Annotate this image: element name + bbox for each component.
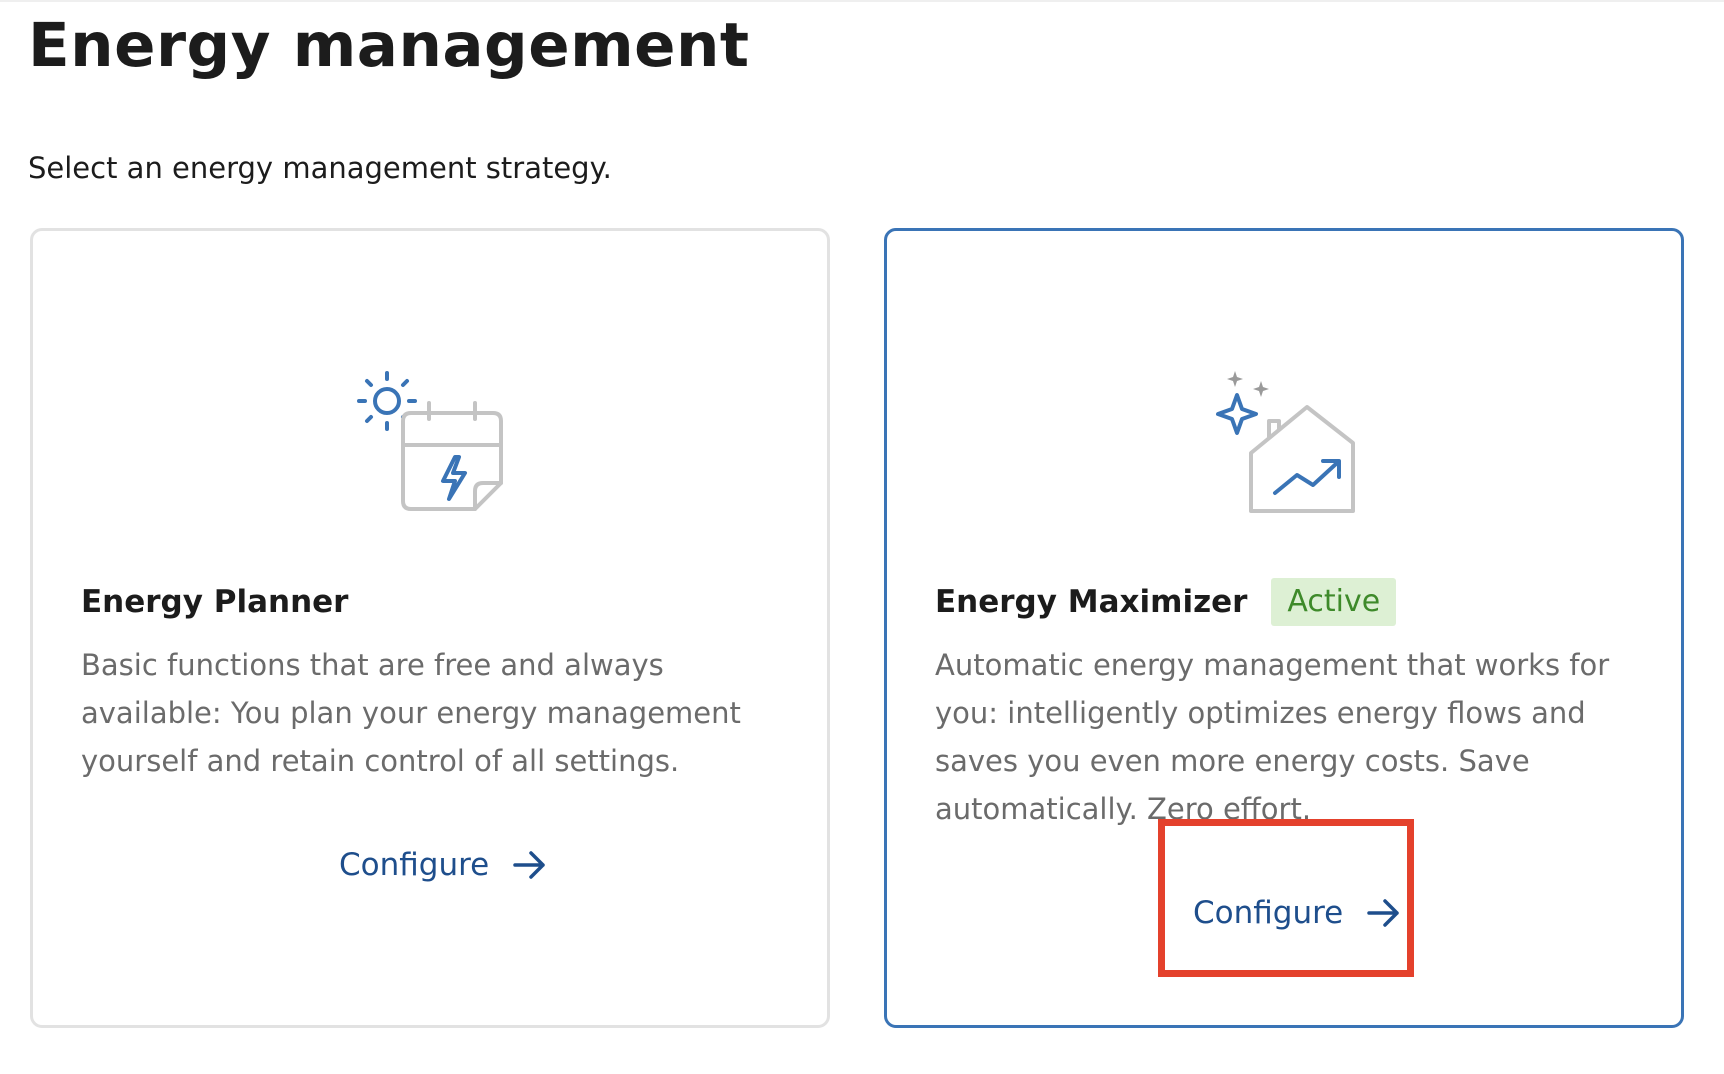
arrow-right-icon — [1367, 899, 1399, 927]
arrow-right-icon — [513, 851, 545, 879]
status-badge: Active — [1271, 578, 1397, 626]
configure-button[interactable]: Configure — [1193, 889, 1401, 937]
card-description: Automatic energy management that works f… — [935, 648, 1610, 826]
configure-label: Configure — [339, 847, 490, 883]
page-subtitle: Select an energy management strategy. — [28, 151, 612, 185]
energy-maximizer-card[interactable]: Energy Maximizer Active Automatic energy… — [884, 228, 1684, 1028]
house-sparkle-trend-icon — [1216, 371, 1355, 513]
configure-label: Configure — [1193, 895, 1344, 931]
card-title: Energy Maximizer — [935, 584, 1248, 620]
page-title: Energy management — [28, 10, 750, 81]
card-title: Energy Planner — [81, 584, 349, 620]
energy-planner-card[interactable]: Energy Planner Basic functions that are … — [30, 228, 830, 1028]
sun-calendar-bolt-icon — [357, 371, 503, 511]
configure-button[interactable]: Configure — [339, 841, 547, 889]
card-description: Basic functions that are free and always… — [81, 648, 741, 778]
top-divider — [0, 0, 1724, 2]
energy-management-page: Energy management Select an energy manag… — [0, 0, 1724, 1074]
